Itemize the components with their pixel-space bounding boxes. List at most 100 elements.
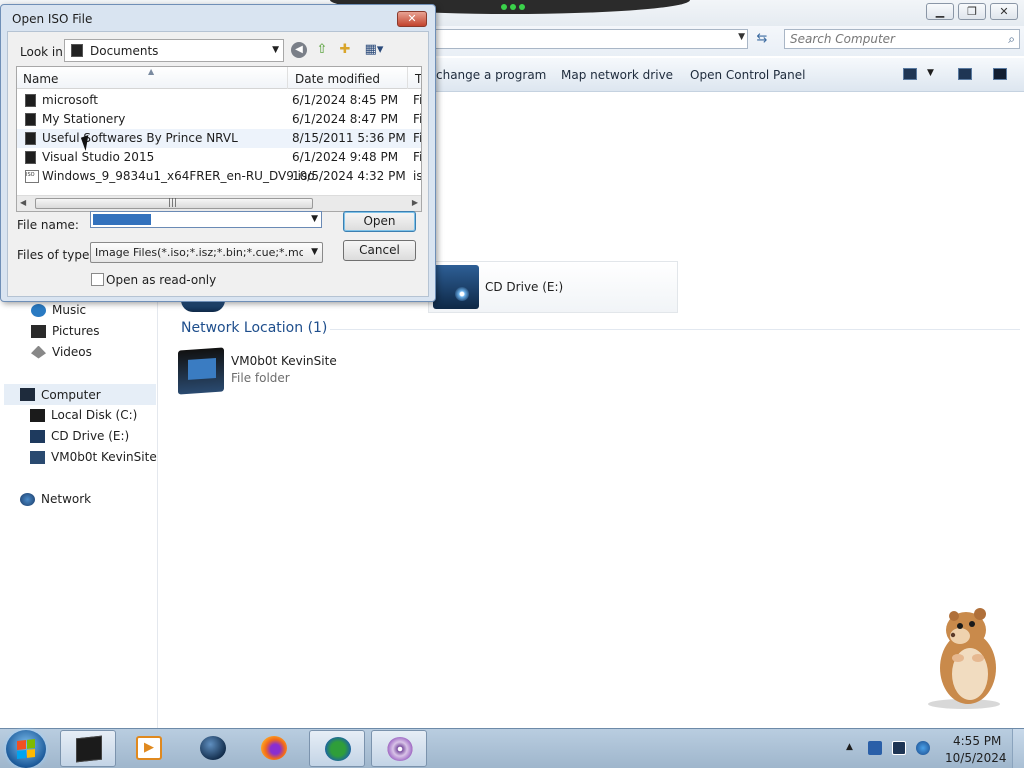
taskbar-globe[interactable] xyxy=(185,730,241,767)
file-name: My Stationery xyxy=(42,112,126,126)
chevron-down-icon[interactable]: ▼ xyxy=(272,45,279,55)
taskbar-firefox[interactable] xyxy=(246,730,302,767)
start-button[interactable] xyxy=(6,730,46,768)
sort-ascending-icon: ▲ xyxy=(148,67,155,76)
cd-drive-icon xyxy=(30,429,45,443)
sidebar-item-pictures[interactable]: Pictures xyxy=(31,324,100,338)
taskbar-disc-burner[interactable] xyxy=(371,730,427,767)
hard-disk-icon xyxy=(30,408,45,422)
disc-icon xyxy=(387,737,413,761)
column-header-type[interactable]: Ty xyxy=(415,72,421,86)
back-icon[interactable]: ◀ xyxy=(291,42,307,58)
cancel-button[interactable]: Cancel xyxy=(343,240,416,261)
up-folder-icon[interactable]: ⇧ xyxy=(313,41,331,59)
files-of-type-select[interactable]: Image Files(*.iso;*.isz;*.bin;*.cue;*.md… xyxy=(90,242,323,263)
address-bar[interactable]: ▼ xyxy=(432,29,748,49)
column-divider[interactable] xyxy=(407,67,408,89)
file-name: Windows_9_9834u1_x64FRER_en-RU_DV9.iso xyxy=(42,169,315,183)
file-row[interactable]: My Stationery 6/1/2024 8:47 PM Fi xyxy=(17,110,422,129)
scrollbar-thumb[interactable]: ||| xyxy=(35,198,313,209)
folder-icon xyxy=(25,94,36,107)
explorer-icon xyxy=(76,735,102,763)
cd-drive-tile[interactable]: CD Drive (E:) xyxy=(428,261,678,313)
sidebar-item-label: VM0b0t KevinSite xyxy=(51,450,157,464)
sidebar-item-music[interactable]: Music xyxy=(31,303,86,317)
minimize-button[interactable]: ▁ xyxy=(926,3,954,20)
new-folder-icon[interactable]: ✚ xyxy=(336,41,354,59)
file-name-input[interactable]: ▼ xyxy=(90,211,322,228)
maximize-button[interactable]: ❐ xyxy=(958,3,986,20)
file-row[interactable]: microsoft 6/1/2024 8:45 PM Fi xyxy=(17,91,421,110)
file-list[interactable]: ▲ Name Date modified Ty microsoft 6/1/20… xyxy=(16,66,422,212)
decoration-dots xyxy=(498,4,528,14)
network-item-name[interactable]: VM0b0t KevinSite xyxy=(231,354,337,368)
read-only-checkbox[interactable] xyxy=(91,273,104,286)
show-desktop-button[interactable] xyxy=(1012,729,1024,768)
tray-app-icon[interactable] xyxy=(868,741,882,755)
chevron-down-icon[interactable]: ▼ xyxy=(311,214,318,224)
help-icon[interactable] xyxy=(993,68,1007,80)
sidebar-item-videos[interactable]: Videos xyxy=(31,345,92,359)
volume-icon[interactable] xyxy=(916,741,930,755)
close-window-button[interactable]: ✕ xyxy=(990,3,1018,20)
column-header-date[interactable]: Date modified xyxy=(295,72,380,86)
view-menu-icon[interactable]: ▦▾ xyxy=(360,41,388,59)
scroll-right-icon[interactable]: ▶ xyxy=(412,198,418,207)
file-name-selection xyxy=(93,214,151,225)
globe-icon xyxy=(200,736,226,760)
show-hidden-icons-icon[interactable]: ▲ xyxy=(846,742,853,752)
open-control-panel-button[interactable]: Open Control Panel xyxy=(690,68,805,82)
taskbar-download-manager[interactable] xyxy=(309,730,365,767)
sidebar-item-cd-drive[interactable]: CD Drive (E:) xyxy=(30,429,129,443)
scroll-left-icon[interactable]: ◀ xyxy=(20,198,26,207)
preview-pane-icon[interactable] xyxy=(958,68,972,80)
sidebar-item-label: Local Disk (C:) xyxy=(51,408,138,422)
windows-logo-icon xyxy=(17,739,35,759)
network-location-header[interactable]: Network Location (1) xyxy=(181,320,327,336)
file-row[interactable]: Visual Studio 2015 6/1/2024 9:48 PM Fi xyxy=(17,148,421,167)
column-divider[interactable] xyxy=(287,67,288,89)
file-date: 10/5/2024 4:32 PM xyxy=(292,169,406,183)
file-date: 8/15/2011 5:36 PM xyxy=(292,131,406,145)
column-header-name[interactable]: Name xyxy=(23,72,58,86)
file-type: Fi xyxy=(413,112,422,126)
file-row[interactable]: Useful Softwares By Prince NRVL 8/15/201… xyxy=(17,129,421,148)
search-input[interactable]: Search Computer ⌕ xyxy=(784,29,1020,49)
look-in-select[interactable]: Documents ▼ xyxy=(64,39,284,62)
network-folder-icon[interactable] xyxy=(178,347,224,395)
firefox-icon xyxy=(261,736,287,760)
sidebar-item-label: Music xyxy=(52,303,87,317)
clock-time[interactable]: 4:55 PM xyxy=(953,734,1001,748)
chevron-down-icon[interactable]: ▼ xyxy=(927,68,934,78)
close-icon[interactable]: ✕ xyxy=(397,11,427,27)
network-status-icon[interactable] xyxy=(892,741,906,755)
read-only-label[interactable]: Open as read-only xyxy=(106,273,216,287)
horizontal-scrollbar[interactable]: ◀ ||| ▶ xyxy=(17,195,421,211)
view-options-icon[interactable] xyxy=(903,68,917,80)
network-item-type: File folder xyxy=(231,371,290,385)
dialog-body: Look in: Documents ▼ ◀ ⇧ ✚ ▦▾ ▲ Name Dat… xyxy=(7,31,429,297)
hamster-mascot-icon xyxy=(928,608,1000,709)
sidebar-item-computer[interactable]: Computer xyxy=(4,384,156,405)
search-icon[interactable]: ⌕ xyxy=(1008,32,1015,47)
clock-date[interactable]: 10/5/2024 xyxy=(945,751,1007,765)
uninstall-program-button[interactable]: change a program xyxy=(436,68,546,82)
taskbar-explorer[interactable] xyxy=(60,730,116,767)
map-network-drive-button[interactable]: Map network drive xyxy=(561,68,673,82)
files-of-type-value: Image Files(*.iso;*.isz;*.bin;*.cue;*.md… xyxy=(95,246,303,259)
file-date: 6/1/2024 8:47 PM xyxy=(292,112,399,126)
sidebar-item-vm-site[interactable]: VM0b0t KevinSite xyxy=(30,450,157,464)
chevron-down-icon[interactable]: ▼ xyxy=(738,32,745,42)
sidebar-item-label: Pictures xyxy=(52,324,100,338)
documents-icon xyxy=(71,44,83,57)
videos-icon xyxy=(31,345,46,359)
sidebar-item-network[interactable]: Network xyxy=(20,492,91,506)
chevron-down-icon[interactable]: ▼ xyxy=(311,247,318,257)
taskbar-media-player[interactable] xyxy=(121,730,177,767)
refresh-icon[interactable]: ⇆ xyxy=(752,30,772,48)
computer-icon xyxy=(20,388,35,401)
open-button[interactable]: Open xyxy=(343,211,416,232)
file-date: 6/1/2024 8:45 PM xyxy=(292,93,399,107)
sidebar-item-local-disk[interactable]: Local Disk (C:) xyxy=(30,408,137,422)
file-row[interactable]: Windows_9_9834u1_x64FRER_en-RU_DV9.iso 1… xyxy=(17,167,421,186)
